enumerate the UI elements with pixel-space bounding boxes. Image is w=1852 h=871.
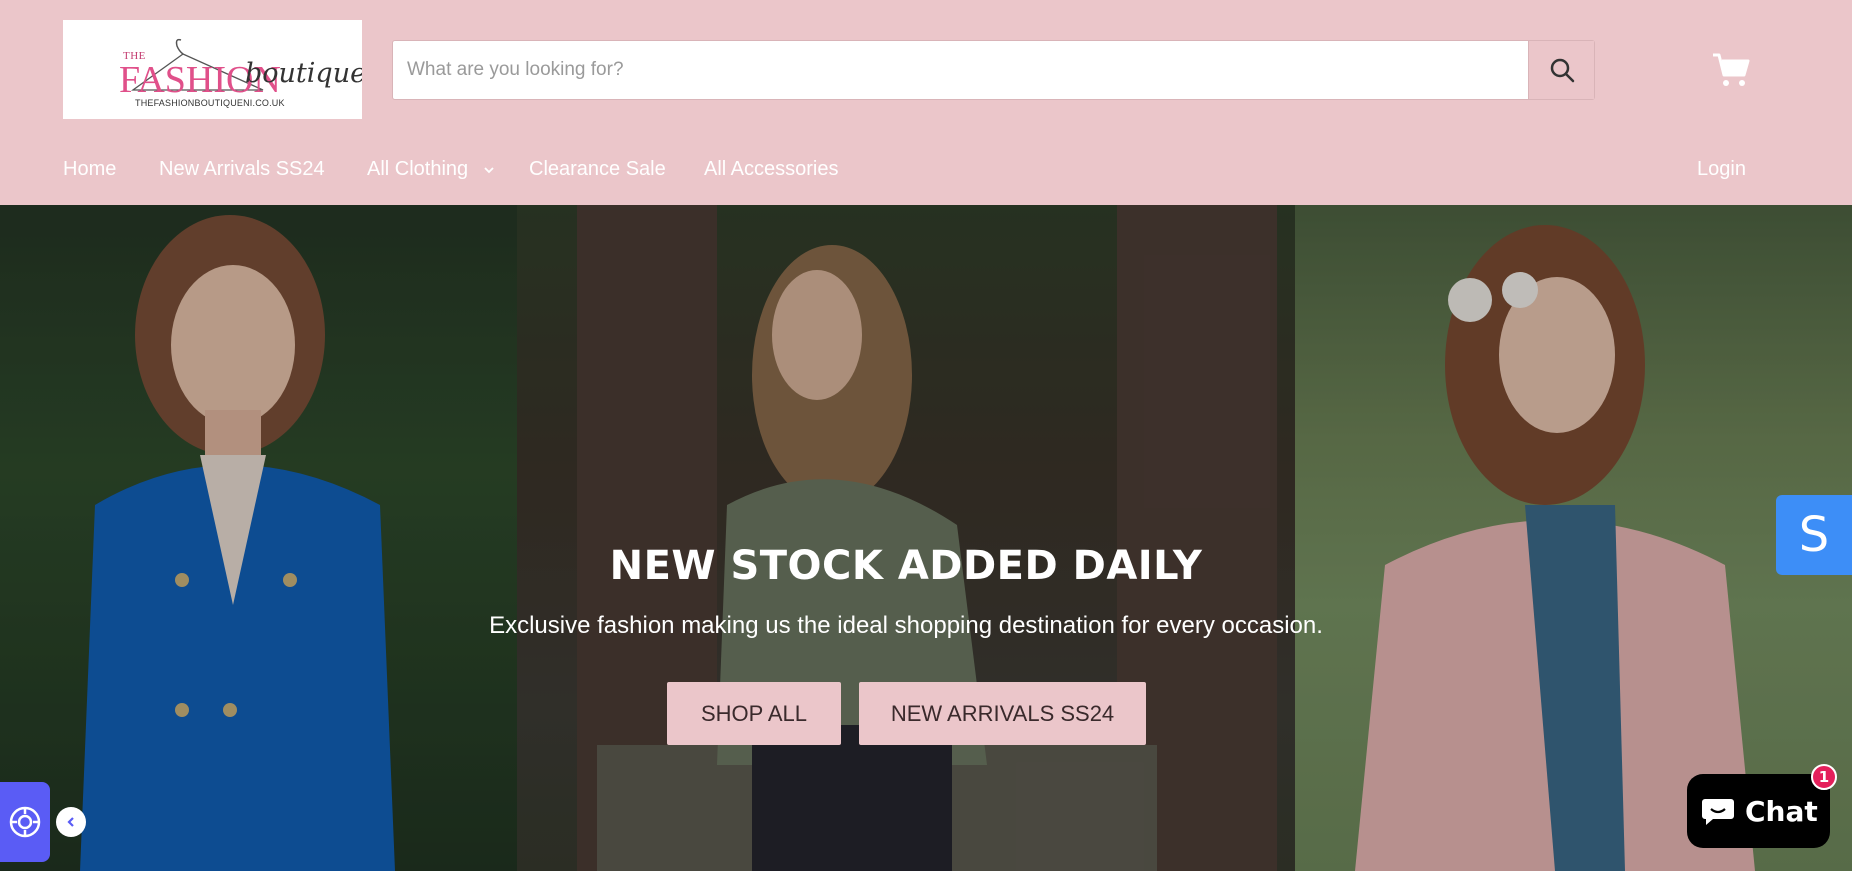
search-input[interactable] bbox=[393, 41, 1528, 99]
hero-banner: NEW STOCK ADDED DAILY Exclusive fashion … bbox=[0, 205, 1852, 871]
search-icon bbox=[1550, 58, 1574, 83]
hero-content: NEW STOCK ADDED DAILY Exclusive fashion … bbox=[0, 205, 1852, 871]
logo-boutique: boutique bbox=[245, 58, 362, 89]
main-nav: Home New Arrivals SS24 All Clothing Clea… bbox=[0, 150, 1852, 190]
chat-badge: 1 bbox=[1811, 764, 1837, 790]
cart-icon bbox=[1713, 53, 1750, 86]
chevron-down-icon bbox=[484, 167, 494, 173]
new-arrivals-button[interactable]: NEW ARRIVALS SS24 bbox=[859, 682, 1146, 745]
chat-label: Chat bbox=[1745, 794, 1818, 828]
search-button[interactable] bbox=[1528, 41, 1594, 99]
nav-all-clothing-label: All Clothing bbox=[367, 158, 469, 180]
site-logo[interactable]: THE FASHION boutique THEFASHIONBOUTIQUEN… bbox=[63, 20, 362, 119]
chat-button[interactable]: Chat bbox=[1687, 774, 1830, 848]
hero-subtitle: Exclusive fashion making us the ideal sh… bbox=[489, 612, 1323, 639]
chat-bubble-icon bbox=[1702, 799, 1734, 825]
cart-button[interactable] bbox=[1711, 50, 1751, 90]
accessibility-icon bbox=[9, 806, 41, 838]
hero-title: NEW STOCK ADDED DAILY bbox=[609, 543, 1203, 589]
site-header: THE FASHION boutique THEFASHIONBOUTIQUEN… bbox=[0, 0, 1852, 205]
nav-all-clothing[interactable]: All Clothing bbox=[367, 158, 494, 181]
nav-clearance-sale[interactable]: Clearance Sale bbox=[529, 158, 666, 181]
shop-all-button[interactable]: SHOP ALL bbox=[667, 682, 841, 745]
login-link[interactable]: Login bbox=[1697, 158, 1746, 181]
nav-home[interactable]: Home bbox=[63, 158, 116, 181]
chevron-left-icon bbox=[67, 817, 74, 827]
search-bar bbox=[392, 40, 1595, 100]
collapse-button[interactable] bbox=[56, 807, 86, 837]
logo-domain: THEFASHIONBOUTIQUENI.CO.UK bbox=[135, 98, 285, 108]
nav-new-arrivals[interactable]: New Arrivals SS24 bbox=[159, 158, 325, 181]
accessibility-button[interactable] bbox=[0, 782, 50, 862]
nav-all-accessories[interactable]: All Accessories bbox=[704, 158, 839, 181]
side-tab-s[interactable]: S bbox=[1776, 495, 1852, 575]
